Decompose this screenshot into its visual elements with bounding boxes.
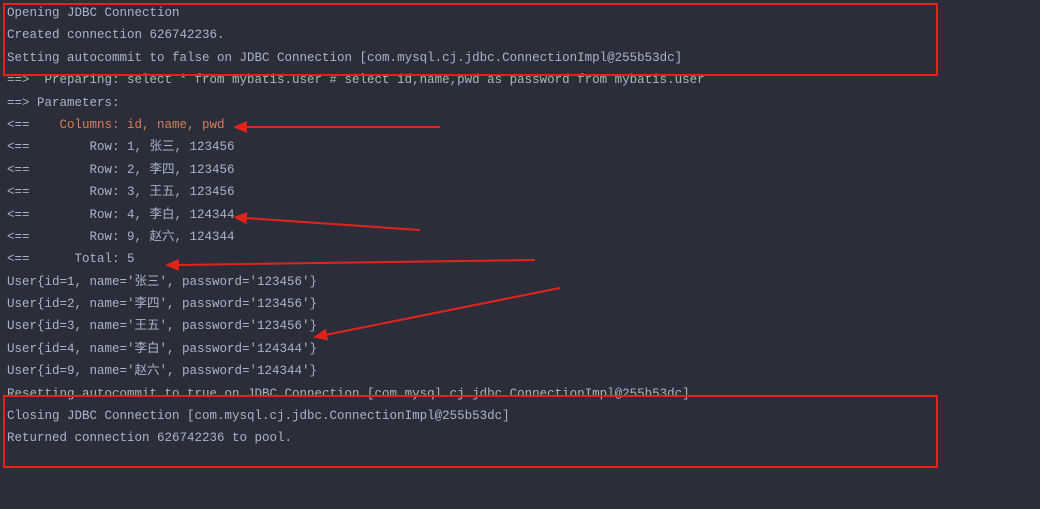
- log-line: Closing JDBC Connection [com.mysql.cj.jd…: [0, 405, 1040, 427]
- log-line: Opening JDBC Connection: [0, 2, 1040, 24]
- log-line: Setting autocommit to false on JDBC Conn…: [0, 47, 1040, 69]
- log-line-columns: <== Columns: id, name, pwd: [0, 114, 1040, 136]
- log-line-total: <== Total: 5: [0, 248, 1040, 270]
- log-line-row: <== Row: 4, 李白, 124344: [0, 204, 1040, 226]
- log-prefix: <==: [7, 118, 60, 132]
- log-line-user: User{id=2, name='李四', password='123456'}: [0, 293, 1040, 315]
- log-line-user: User{id=1, name='张三', password='123456'}: [0, 271, 1040, 293]
- log-line-user: User{id=9, name='赵六', password='124344'}: [0, 360, 1040, 382]
- log-line: ==> Preparing: select * from mybatis.use…: [0, 69, 1040, 91]
- log-line: Created connection 626742236.: [0, 24, 1040, 46]
- log-line: Resetting autocommit to true on JDBC Con…: [0, 383, 1040, 405]
- log-line: ==> Parameters:: [0, 92, 1040, 114]
- log-line-user: User{id=4, name='李白', password='124344'}: [0, 338, 1040, 360]
- log-line-row: <== Row: 9, 赵六, 124344: [0, 226, 1040, 248]
- log-line-row: <== Row: 1, 张三, 123456: [0, 136, 1040, 158]
- log-columns-highlight: Columns: id, name, pwd: [60, 118, 225, 132]
- log-line: Returned connection 626742236 to pool.: [0, 427, 1040, 449]
- log-line-row: <== Row: 2, 李四, 123456: [0, 159, 1040, 181]
- log-line-row: <== Row: 3, 王五, 123456: [0, 181, 1040, 203]
- log-line-user: User{id=3, name='王五', password='123456'}: [0, 315, 1040, 337]
